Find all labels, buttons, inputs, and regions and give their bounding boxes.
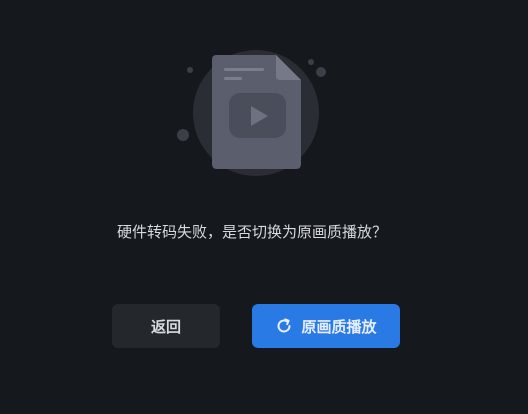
play-button-label: 原画质播放 [301,317,377,336]
decor-dot [187,67,193,73]
decor-dot [316,67,326,77]
back-button-label: 返回 [150,317,181,336]
original-quality-play-button[interactable]: 原画质播放 [252,304,400,348]
refresh-icon [275,317,293,335]
video-file-icon [212,55,301,169]
decor-dot [308,59,314,65]
decor-dot [177,129,189,141]
dialog-message: 硬件转码失败，是否切换为原画质播放？ [116,223,387,241]
back-button[interactable]: 返回 [112,304,220,348]
transcode-fail-dialog: 硬件转码失败，是否切换为原画质播放？ 返回 原画质播放 [0,0,528,414]
video-file-illustration [177,50,326,176]
